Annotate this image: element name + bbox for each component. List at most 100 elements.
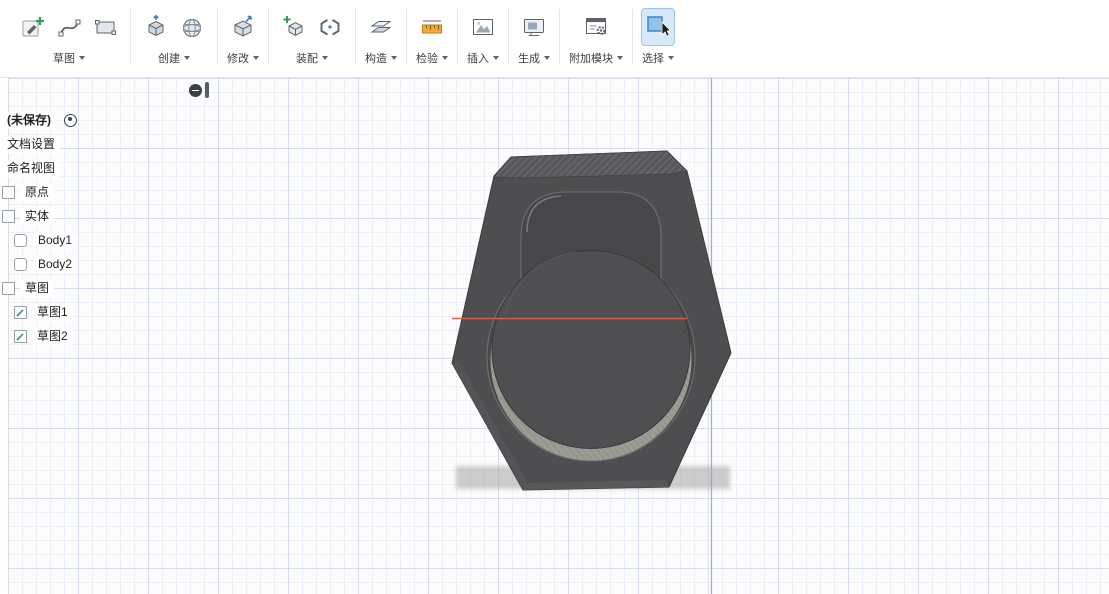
browser-resize-handle[interactable] xyxy=(205,82,209,98)
dropdown-caret-icon xyxy=(391,56,397,60)
scripts-addins-icon xyxy=(586,18,606,35)
toolbar-menu-modify[interactable]: 修改 xyxy=(227,50,259,66)
browser-item-body1[interactable]: Body1 xyxy=(14,230,78,250)
viewport-left-margin xyxy=(0,78,8,594)
toolbar-menu-select-label: 选择 xyxy=(642,53,664,65)
browser-item-label: 命名视图 xyxy=(2,159,61,177)
browser-item-label: Body1 xyxy=(33,231,78,249)
browser-item-sketch1[interactable]: 草图1 xyxy=(14,302,73,322)
extrude-icon xyxy=(148,14,164,37)
make-button[interactable] xyxy=(518,9,550,45)
create-form-button[interactable] xyxy=(176,9,208,45)
browser-document-row[interactable]: (未保存) xyxy=(2,110,77,130)
browser-item-sketch2[interactable]: 草图2 xyxy=(14,326,73,346)
two-point-rectangle-icon xyxy=(95,20,116,35)
toolbar-menu-addins[interactable]: 附加模块 xyxy=(569,50,623,66)
sketch-icon xyxy=(14,329,27,343)
toolbar-group-addins: 附加模块 xyxy=(564,7,628,66)
browser-item-sketches-folder[interactable]: 草图 xyxy=(2,278,55,298)
insert-canvas-icon xyxy=(473,19,493,35)
browser-item-label: Body2 xyxy=(33,255,78,273)
browser-item-label: 草图1 xyxy=(32,303,73,321)
toolbar-menu-addins-label: 附加模块 xyxy=(569,53,613,65)
browser-collapse-button[interactable] xyxy=(189,84,202,97)
toolbar-menu-sketch-label: 草图 xyxy=(53,53,75,65)
dropdown-caret-icon xyxy=(442,56,448,60)
body-icon xyxy=(14,257,27,271)
construction-plane-button[interactable] xyxy=(365,9,397,45)
measure-button[interactable] xyxy=(416,9,448,45)
toolbar-group-sketch: 草图 xyxy=(12,7,126,66)
toolbar-menu-assemble-label: 装配 xyxy=(296,53,318,65)
browser-item-label: 实体 xyxy=(20,207,55,225)
browser-item-named-views[interactable]: 命名视图 xyxy=(2,158,61,178)
viewport-3d[interactable] xyxy=(8,78,1109,594)
toolbar-separator xyxy=(457,9,458,65)
toolbar-menu-insert[interactable]: 插入 xyxy=(467,50,499,66)
create-sketch-button[interactable] xyxy=(17,9,49,45)
dropdown-caret-icon xyxy=(668,56,674,60)
browser-item-origin[interactable]: 原点 xyxy=(2,182,55,202)
browser-item-document-settings[interactable]: 文档设置 xyxy=(2,134,61,154)
toolbar-group-create: 创建 xyxy=(135,7,213,66)
browser-item-label: 草图2 xyxy=(32,327,73,345)
toolbar-separator xyxy=(217,9,218,65)
activate-component-radio-icon[interactable] xyxy=(64,113,77,127)
dropdown-caret-icon xyxy=(79,56,85,60)
toolbar-separator xyxy=(268,9,269,65)
document-title: (未保存) xyxy=(2,111,56,129)
dropdown-caret-icon xyxy=(544,56,550,60)
toolbar-separator xyxy=(632,9,633,65)
toolbar-separator xyxy=(508,9,509,65)
toolbar-menu-construct[interactable]: 构造 xyxy=(365,50,397,66)
insert-canvas-button[interactable] xyxy=(467,9,499,45)
toolbar-group-assemble: 装配 xyxy=(273,7,351,66)
dropdown-caret-icon xyxy=(493,56,499,60)
toolbar-group-select: 选择 xyxy=(637,7,679,66)
browser-item-bodies-folder[interactable]: 实体 xyxy=(2,206,55,226)
select-window-icon xyxy=(647,16,671,37)
spline-icon xyxy=(58,19,81,37)
browser-item-label: 草图 xyxy=(20,279,55,297)
create-sketch-icon xyxy=(22,17,44,37)
rectangle-button[interactable] xyxy=(89,9,121,45)
toolbar-menu-modify-label: 修改 xyxy=(227,53,249,65)
collection-icon xyxy=(2,281,15,295)
toolbar-group-inspect: 检验 xyxy=(411,7,453,66)
extrude-button[interactable] xyxy=(140,9,172,45)
body-icon xyxy=(14,233,27,247)
toolbar-menu-sketch[interactable]: 草图 xyxy=(53,50,85,66)
toolbar-group-insert: 插入 xyxy=(462,7,504,66)
select-button[interactable] xyxy=(641,8,675,46)
toolbar-menu-assemble[interactable]: 装配 xyxy=(296,50,328,66)
measure-icon xyxy=(422,20,442,34)
new-component-button[interactable] xyxy=(278,9,310,45)
collection-icon xyxy=(2,209,15,223)
make-icon xyxy=(524,19,544,36)
create-form-icon xyxy=(183,19,201,37)
toolbar-menu-make-label: 生成 xyxy=(518,53,540,65)
toolbar-separator xyxy=(559,9,560,65)
toolbar-menu-make[interactable]: 生成 xyxy=(518,50,550,66)
browser-item-body2[interactable]: Body2 xyxy=(14,254,78,274)
toolbar-group-construct: 构造 xyxy=(360,7,402,66)
toolbar-separator xyxy=(406,9,407,65)
joint-button[interactable] xyxy=(314,9,346,45)
toolbar-menu-select[interactable]: 选择 xyxy=(642,50,674,66)
toolbar-menu-insert-label: 插入 xyxy=(467,53,489,65)
toolbar-menu-construct-label: 构造 xyxy=(365,53,387,65)
scripts-addins-button[interactable] xyxy=(580,9,612,45)
construction-plane-icon xyxy=(370,21,392,33)
toolbar-menu-create[interactable]: 创建 xyxy=(158,50,190,66)
toolbar-menu-create-label: 创建 xyxy=(158,53,180,65)
toolbar-menu-inspect[interactable]: 检验 xyxy=(416,50,448,66)
press-pull-button[interactable] xyxy=(227,9,259,45)
toolbar-separator xyxy=(355,9,356,65)
spline-button[interactable] xyxy=(53,9,85,45)
dropdown-caret-icon xyxy=(322,56,328,60)
toolbar-menu-inspect-label: 检验 xyxy=(416,53,438,65)
dropdown-caret-icon xyxy=(253,56,259,60)
toolbar-group-modify: 修改 xyxy=(222,7,264,66)
main-toolbar: 草图 创建 修改 装配 构造 检验 插入 生成 附加模块 选择 xyxy=(0,0,1109,78)
collection-icon xyxy=(2,185,15,199)
